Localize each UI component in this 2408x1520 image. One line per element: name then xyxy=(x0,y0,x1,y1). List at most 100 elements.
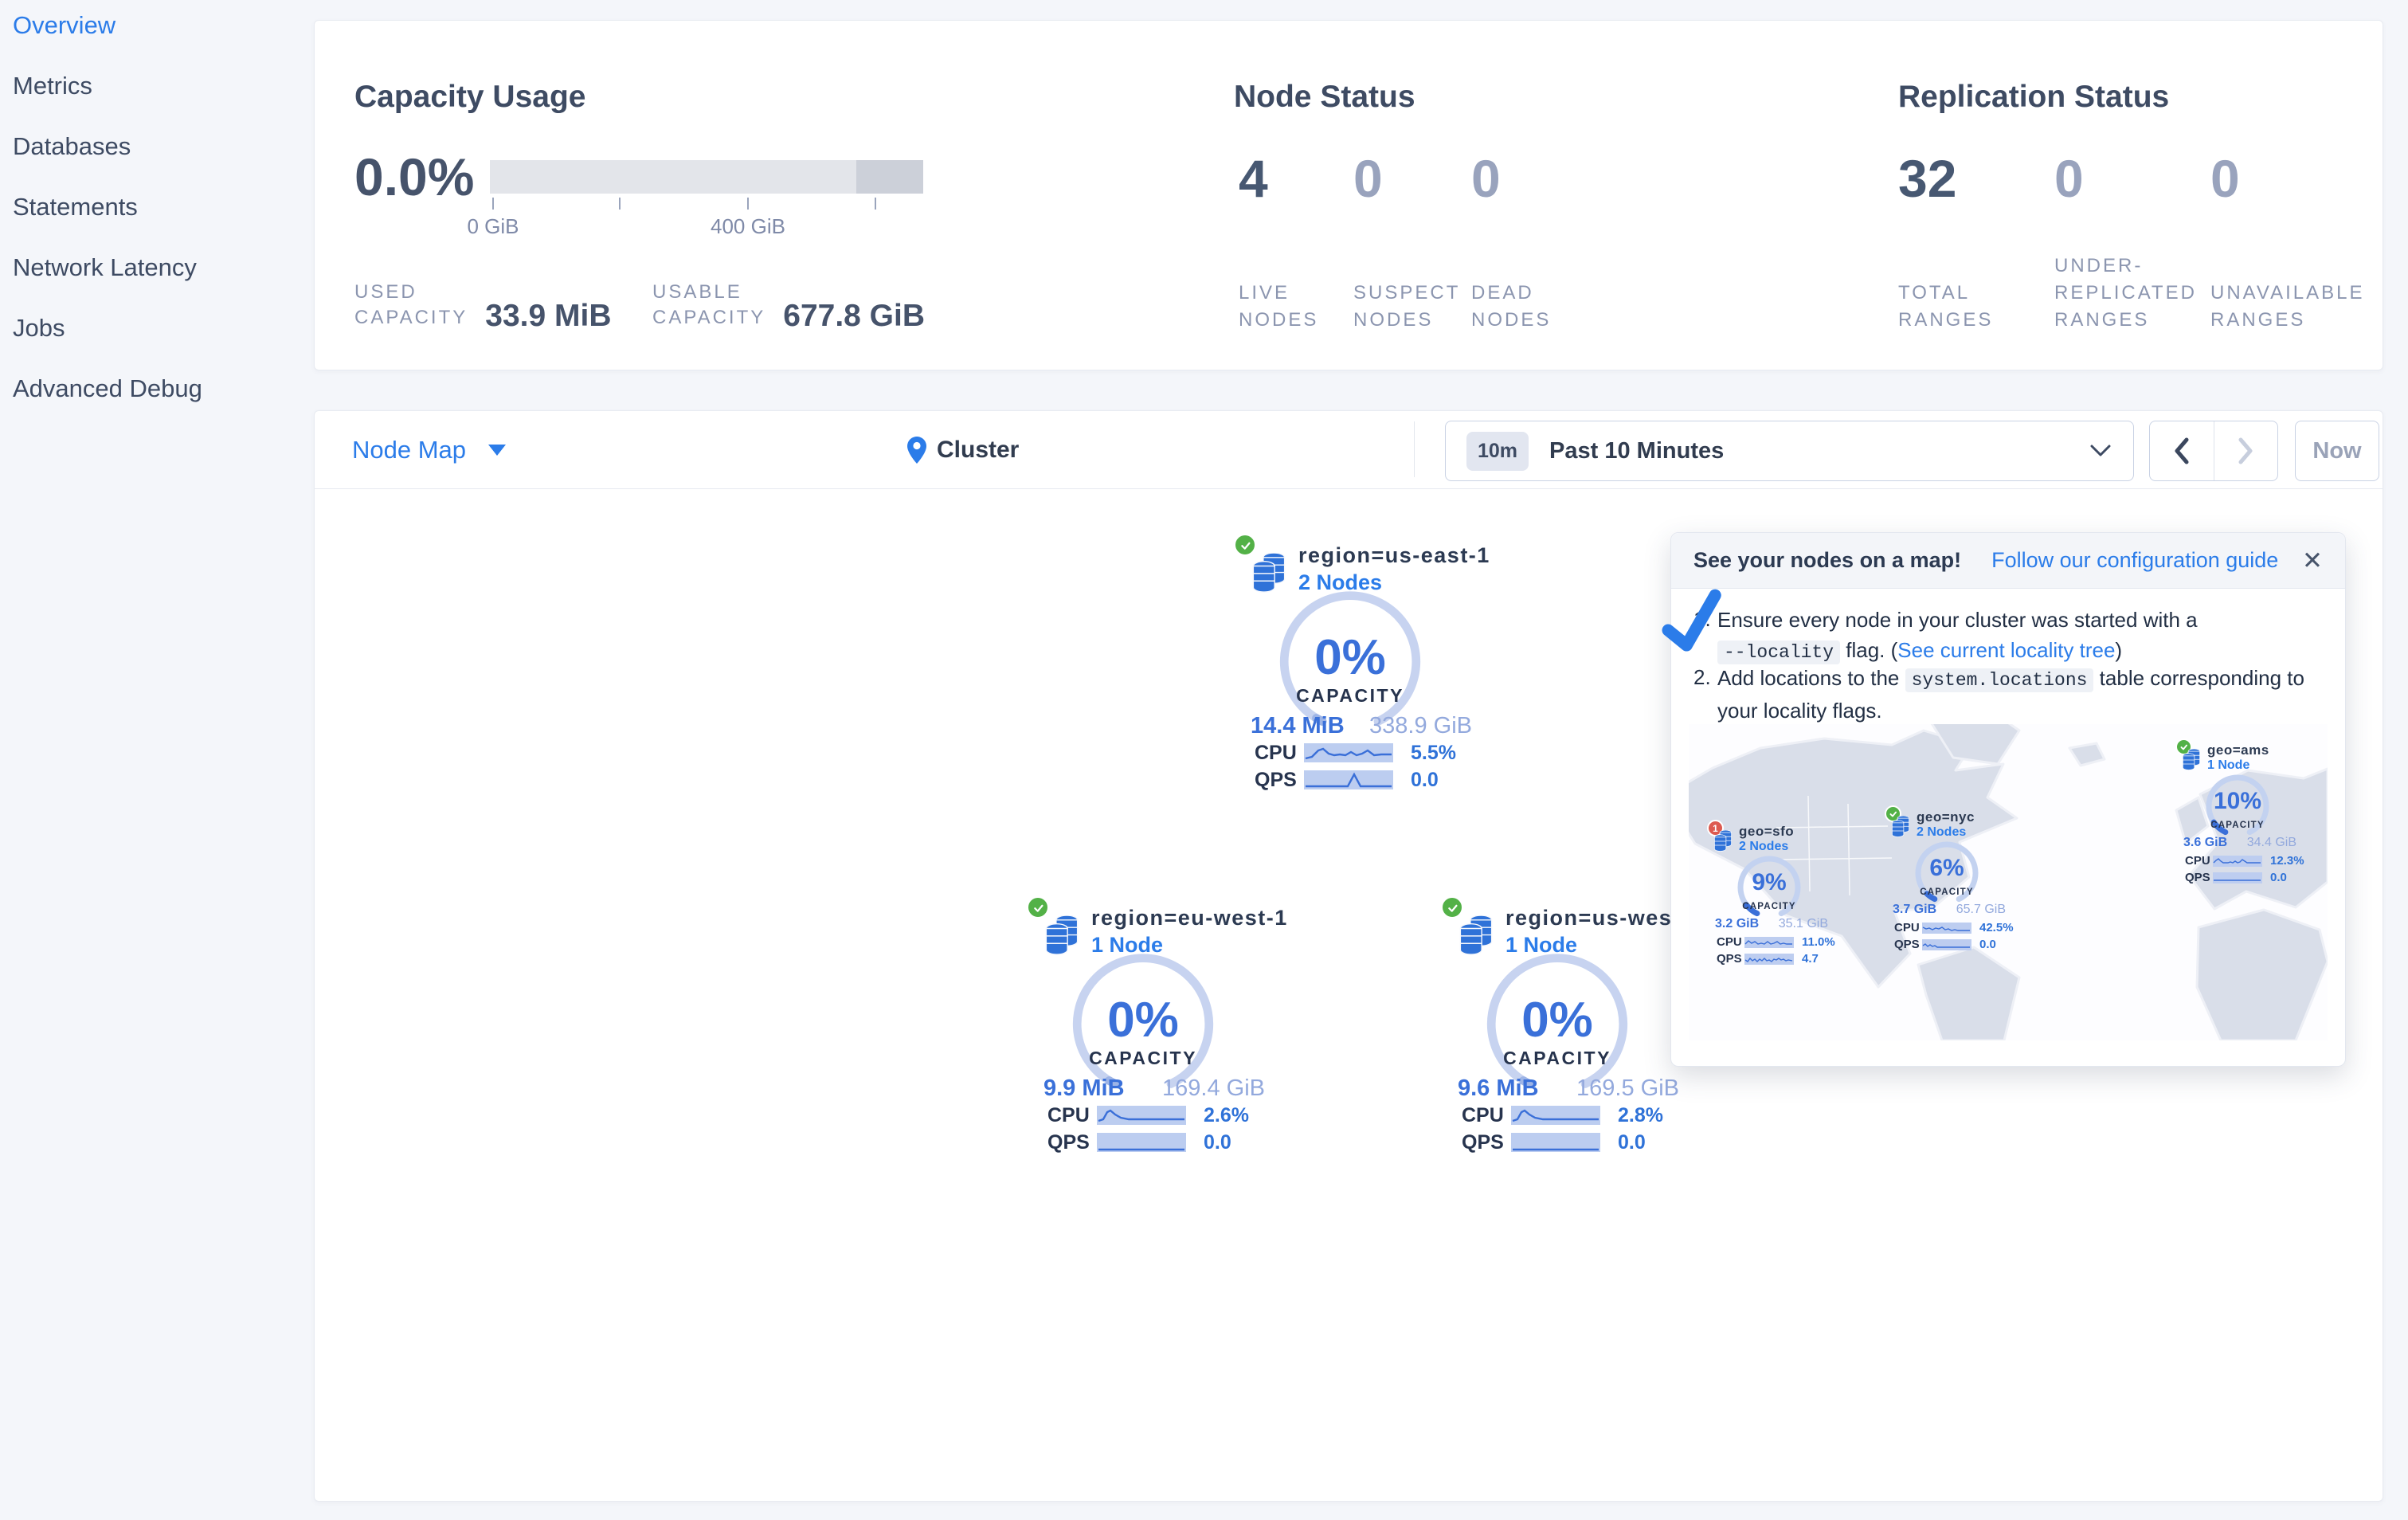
region-group-us-east-1[interactable]: region=us-east-1 2 Nodes 0% CAPACITY 14.… xyxy=(1231,532,1502,811)
suspect-nodes-label: SUSPECT NODES xyxy=(1353,282,1460,331)
under-replicated-ranges-label: UNDER-REPLICATED RANGES xyxy=(2054,255,2197,331)
locality-tree-link[interactable]: See current locality tree xyxy=(1897,638,2115,662)
cpu-label: CPU xyxy=(1717,935,1742,949)
view-mode-dropdown[interactable]: Node Map xyxy=(352,411,507,488)
capacity-gauge-label: CAPACITY xyxy=(1742,902,1796,911)
capacity-usage-title: Capacity Usage xyxy=(354,80,586,115)
region-used-capacity: 9.6 MiB xyxy=(1458,1075,1539,1101)
step1-text: flag. ( xyxy=(1840,638,1898,662)
used-capacity-value: 33.9 MiB xyxy=(485,299,612,333)
capacity-gauge-percent: 0% xyxy=(1314,630,1386,685)
mini-region-geo-sfo: 1 geo=sfo 2 Nodes 9% CAPACITY 3.2 GiB 35… xyxy=(1707,820,1842,971)
usable-capacity-label-line2: CAPACITY xyxy=(652,307,766,328)
setup-step-1: 1. Ensure every node in your cluster was… xyxy=(1693,605,2324,668)
axis-tick xyxy=(619,198,621,210)
mini-region-geo-ams: geo=ams 1 Node 10% CAPACITY 3.6 GiB 34.4… xyxy=(2175,738,2311,890)
region-group-us-west-1[interactable]: region=us-west-1 1 Node 0% CAPACITY 9.6 … xyxy=(1438,895,1709,1173)
axis-tick-label: 0 GiB xyxy=(467,214,519,238)
toolbar-divider xyxy=(1414,421,1415,477)
cpu-label: CPU xyxy=(2185,854,2210,868)
usable-capacity-value: 677.8 GiB xyxy=(783,299,926,333)
unavailable-ranges-count: 0 xyxy=(2210,149,2240,208)
sidebar-item-network-latency[interactable]: Network Latency xyxy=(13,253,197,282)
cpu-sparkline xyxy=(1511,1106,1600,1125)
sidebar: Overview Metrics Databases Statements Ne… xyxy=(0,0,314,1520)
cpu-value: 5.5% xyxy=(1411,741,1456,764)
chevron-right-icon xyxy=(2238,437,2253,464)
time-range-badge: 10m xyxy=(1466,431,1529,471)
qps-label: QPS xyxy=(1717,952,1742,966)
sidebar-item-statements[interactable]: Statements xyxy=(13,193,138,221)
capacity-bar xyxy=(490,160,923,194)
previous-interval-button[interactable] xyxy=(2150,421,2214,480)
node-map-toolbar: Node Map Cluster 10m Past 10 Minutes Now xyxy=(315,411,2383,489)
system-locations-code: system.locations xyxy=(1905,668,2094,692)
cpu-value: 2.8% xyxy=(1618,1103,1663,1126)
sidebar-item-metrics[interactable]: Metrics xyxy=(13,72,92,100)
cpu-sparkline xyxy=(2213,855,2262,867)
region-used-capacity: 3.6 GiB xyxy=(2183,836,2228,849)
qps-value: 0.0 xyxy=(1979,938,1996,951)
time-range-dropdown[interactable]: 10m Past 10 Minutes xyxy=(1445,421,2134,481)
usable-capacity-label-line1: USABLE xyxy=(652,281,742,303)
region-title: geo=ams xyxy=(2207,742,2269,758)
cpu-label: CPU xyxy=(1255,741,1297,764)
region-total-capacity: 169.4 GiB xyxy=(1162,1075,1265,1101)
cluster-overview-panel: Capacity Usage 0.0% 0 GiB 400 GiB USED C… xyxy=(314,20,2383,370)
node-map-setup-popup: See your nodes on a map! Follow our conf… xyxy=(1662,532,2346,1067)
replication-status-title: Replication Status xyxy=(1898,80,2170,115)
capacity-gauge-label: CAPACITY xyxy=(1296,685,1404,706)
qps-label: QPS xyxy=(2185,871,2210,884)
region-group-eu-west-1[interactable]: region=eu-west-1 1 Node 0% CAPACITY 9.9 … xyxy=(1024,895,1294,1173)
breadcrumb[interactable]: Cluster xyxy=(906,411,1019,488)
cpu-sparkline xyxy=(1097,1106,1186,1125)
sidebar-item-advanced-debug[interactable]: Advanced Debug xyxy=(13,374,202,403)
qps-value: 4.7 xyxy=(1802,952,1819,966)
used-capacity-label-line2: CAPACITY xyxy=(354,307,468,328)
configuration-guide-link[interactable]: Follow our configuration guide xyxy=(1991,548,2278,573)
capacity-gauge-percent: 0% xyxy=(1107,993,1179,1048)
big-check-icon xyxy=(1662,589,1721,652)
cpu-value: 2.6% xyxy=(1204,1103,1249,1126)
time-range-label: Past 10 Minutes xyxy=(1549,437,1725,464)
cpu-value: 11.0% xyxy=(1802,935,1835,949)
region-used-capacity: 3.2 GiB xyxy=(1715,917,1760,930)
next-interval-button[interactable] xyxy=(2214,421,2278,480)
node-status-title: Node Status xyxy=(1234,80,1415,115)
sidebar-item-jobs[interactable]: Jobs xyxy=(13,314,65,343)
cpu-label: CPU xyxy=(1894,921,1920,934)
live-nodes-count: 4 xyxy=(1239,149,1268,208)
sidebar-item-databases[interactable]: Databases xyxy=(13,132,131,161)
region-title: region=eu-west-1 xyxy=(1091,906,1288,930)
check-icon xyxy=(1033,904,1043,912)
capacity-gauge-percent: 10% xyxy=(2213,788,2262,814)
sidebar-item-overview[interactable]: Overview xyxy=(13,11,116,40)
time-step-buttons xyxy=(2149,421,2278,481)
qps-value: 0.0 xyxy=(2270,871,2287,884)
region-total-capacity: 34.4 GiB xyxy=(2246,836,2296,849)
capacity-gauge-percent: 6% xyxy=(1929,855,1964,881)
cpu-sparkline xyxy=(1744,936,1794,948)
cpu-value: 42.5% xyxy=(1979,921,2014,934)
capacity-gauge-label: CAPACITY xyxy=(1089,1048,1197,1068)
region-used-capacity: 14.4 MiB xyxy=(1251,713,1345,738)
qps-label: QPS xyxy=(1462,1130,1504,1154)
check-icon xyxy=(1447,904,1457,912)
now-button[interactable]: Now xyxy=(2295,421,2379,481)
region-used-capacity: 3.7 GiB xyxy=(1893,903,1937,916)
setup-step-2: 2. Add locations to the system.locations… xyxy=(1693,663,2324,726)
suspect-nodes-count: 0 xyxy=(1353,149,1383,208)
qps-sparkline xyxy=(1097,1133,1186,1152)
popup-title: See your nodes on a map! xyxy=(1693,548,1962,572)
axis-tick xyxy=(875,198,876,210)
chevron-left-icon xyxy=(2175,437,2189,464)
region-title: geo=nyc xyxy=(1917,809,1975,825)
total-ranges-label: TOTAL RANGES xyxy=(1898,282,1994,331)
capacity-gauge-label: CAPACITY xyxy=(1503,1048,1611,1068)
qps-sparkline xyxy=(2213,872,2262,883)
qps-sparkline xyxy=(1511,1133,1600,1152)
chevron-down-icon xyxy=(488,444,507,456)
region-title: region=us-east-1 xyxy=(1298,543,1490,567)
close-icon[interactable]: ✕ xyxy=(2302,546,2323,575)
mini-region-geo-nyc: geo=nyc 2 Nodes 6% CAPACITY 3.7 GiB 65.7… xyxy=(1885,805,2020,957)
